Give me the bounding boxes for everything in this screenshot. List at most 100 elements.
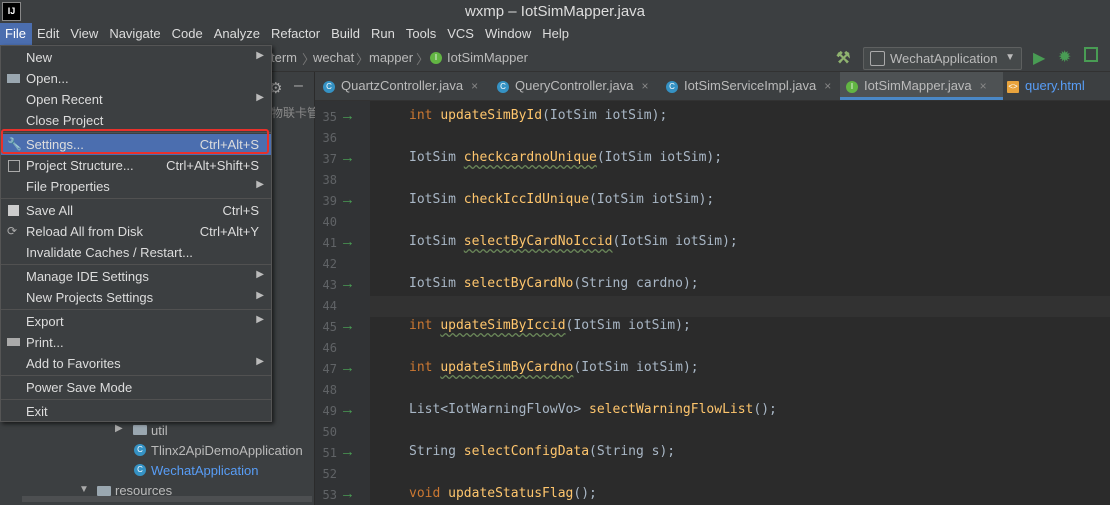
chevron-right-icon: ▶ xyxy=(256,269,264,280)
implementation-arrow-icon[interactable]: → xyxy=(340,149,355,166)
menu-item-power-save-mode[interactable]: Power Save Mode xyxy=(1,377,271,398)
menu-analyze[interactable]: Analyze xyxy=(209,23,266,45)
menu-edit[interactable]: Edit xyxy=(32,23,65,45)
menu-bar: File Edit View Navigate Code Analyze Ref… xyxy=(0,23,1110,45)
menu-item-close-project[interactable]: Close Project xyxy=(1,110,271,131)
line-number: 44 xyxy=(322,299,337,313)
menu-build[interactable]: Build xyxy=(326,23,366,45)
menu-item-new[interactable]: New ▶ xyxy=(1,47,271,68)
menu-item-add-to-favorites[interactable]: Add to Favorites ▶ xyxy=(1,353,271,374)
menu-item-save-all[interactable]: Save All Ctrl+S xyxy=(1,200,271,221)
tree-node-partial[interactable]: 物联卡管 xyxy=(271,104,319,121)
menu-navigate[interactable]: Navigate xyxy=(104,23,166,45)
build-hammer-icon[interactable]: ⚒ xyxy=(836,48,850,68)
tree-node-util[interactable]: util xyxy=(151,423,168,438)
line-number: 43 xyxy=(322,278,337,292)
line-number: 42 xyxy=(322,257,337,271)
menu-item-open-recent[interactable]: Open Recent ▶ xyxy=(1,89,271,110)
project-structure-icon xyxy=(8,160,20,172)
code-line[interactable]: int updateSimByCardno(IotSim iotSim); xyxy=(409,360,699,375)
line-number: 41 xyxy=(322,236,337,250)
line-number: 39 xyxy=(322,194,337,208)
file-menu-dropdown: New ▶ Open... Open Recent ▶ Close Project … xyxy=(0,45,272,422)
minimize-icon[interactable]: – xyxy=(294,77,303,95)
code-line[interactable]: int updateSimByIccid(IotSim iotSim); xyxy=(409,318,691,333)
breadcrumb-term[interactable]: term xyxy=(271,50,297,65)
menu-item-file-properties[interactable]: File Properties ▶ xyxy=(1,176,271,197)
menu-item-open[interactable]: Open... xyxy=(1,68,271,89)
tree-expand-icon[interactable]: ▶ xyxy=(115,423,123,434)
menu-item-manage-ide-settings[interactable]: Manage IDE Settings ▶ xyxy=(1,266,271,287)
tab-iotsimmapper[interactable]: I IotSimMapper.java × xyxy=(840,72,1003,100)
menu-item-invalidate-caches[interactable]: Invalidate Caches / Restart... xyxy=(1,242,271,263)
implementation-arrow-icon[interactable]: → xyxy=(340,233,355,250)
menu-view[interactable]: View xyxy=(65,23,104,45)
line-number: 35 xyxy=(322,110,337,124)
class-icon: C xyxy=(134,444,146,456)
code-line[interactable]: IotSim checkIccIdUnique(IotSim iotSim); xyxy=(409,192,714,207)
implementation-arrow-icon[interactable]: → xyxy=(340,443,355,460)
menu-item-print[interactable]: Print... xyxy=(1,332,271,353)
menu-help[interactable]: Help xyxy=(537,23,575,45)
printer-icon xyxy=(7,338,20,346)
class-icon: C xyxy=(134,464,146,476)
close-icon[interactable]: × xyxy=(471,79,478,93)
chevron-right-icon: 〉 xyxy=(416,52,430,67)
code-line[interactable]: List<IotWarningFlowVo> selectWarningFlow… xyxy=(409,402,777,417)
implementation-arrow-icon[interactable]: → xyxy=(340,317,355,334)
line-number: 45 xyxy=(322,320,337,334)
breadcrumb-iotsimmapper[interactable]: IotSimMapper xyxy=(447,50,528,65)
menu-separator xyxy=(1,375,271,376)
chevron-right-icon: ▶ xyxy=(256,50,264,61)
run-configuration-select[interactable]: WechatApplication ▼ xyxy=(863,47,1022,70)
implementation-arrow-icon[interactable]: → xyxy=(340,275,355,292)
implementation-arrow-icon[interactable]: → xyxy=(340,401,355,418)
code-line[interactable]: int updateSimById(IotSim iotSim); xyxy=(409,108,667,123)
debug-bug-icon[interactable]: ✹ xyxy=(1058,47,1071,67)
folder-open-icon xyxy=(7,74,20,83)
menu-vcs[interactable]: VCS xyxy=(442,23,480,45)
close-icon[interactable]: × xyxy=(980,79,987,93)
tree-collapse-icon[interactable]: ▼ xyxy=(79,484,89,495)
close-icon[interactable]: × xyxy=(642,79,649,93)
menu-refactor[interactable]: Refactor xyxy=(266,23,326,45)
code-line[interactable]: IotSim selectByCardNoIccid(IotSim iotSim… xyxy=(409,234,738,249)
menu-item-export[interactable]: Export ▶ xyxy=(1,311,271,332)
tab-quartzcontroller[interactable]: C QuartzController.java × xyxy=(323,72,493,100)
menu-file[interactable]: File xyxy=(0,23,32,45)
title-bar: IJ wxmp – IotSimMapper.java xyxy=(0,0,1110,23)
menu-item-exit[interactable]: Exit xyxy=(1,401,271,422)
menu-item-reload-all[interactable]: ⟳ Reload All from Disk Ctrl+Alt+Y xyxy=(1,221,271,242)
implementation-arrow-icon[interactable]: → xyxy=(340,485,355,502)
chevron-down-icon: ▼ xyxy=(1005,52,1015,63)
run-icon[interactable]: ▶ xyxy=(1033,48,1045,68)
chevron-right-icon: ▶ xyxy=(256,179,264,190)
app-config-icon xyxy=(870,51,885,66)
tab-iotsimserviceimpl[interactable]: C IotSimServiceImpl.java × xyxy=(666,72,836,100)
implementation-arrow-icon[interactable]: → xyxy=(340,359,355,376)
menu-item-project-structure[interactable]: Project Structure... Ctrl+Alt+Shift+S xyxy=(1,155,271,176)
code-line[interactable]: String selectConfigData(String s); xyxy=(409,444,675,459)
menu-tools[interactable]: Tools xyxy=(401,23,442,45)
chevron-right-icon: ▶ xyxy=(256,92,264,103)
breadcrumb-wechat[interactable]: wechat xyxy=(313,50,354,65)
tree-node-wechatapplication[interactable]: WechatApplication xyxy=(151,463,258,478)
coverage-icon[interactable] xyxy=(1084,47,1098,62)
horizontal-scrollbar[interactable] xyxy=(22,496,312,502)
close-icon[interactable]: × xyxy=(824,79,831,93)
chevron-right-icon: 〉 xyxy=(356,52,370,67)
code-line[interactable]: IotSim checkcardnoUnique(IotSim iotSim); xyxy=(409,150,722,165)
code-line[interactable]: IotSim selectByCardNo(String cardno); xyxy=(409,276,699,291)
implementation-arrow-icon[interactable]: → xyxy=(340,107,355,124)
folder-icon xyxy=(133,425,147,435)
tab-query-html[interactable]: <> query.html xyxy=(1007,72,1110,100)
breadcrumb-mapper[interactable]: mapper xyxy=(369,50,413,65)
menu-code[interactable]: Code xyxy=(167,23,209,45)
menu-window[interactable]: Window xyxy=(480,23,537,45)
implementation-arrow-icon[interactable]: → xyxy=(340,191,355,208)
menu-run[interactable]: Run xyxy=(366,23,401,45)
tree-node-tlinx2apidemoapplication[interactable]: Tlinx2ApiDemoApplication xyxy=(151,443,303,458)
menu-item-new-projects-settings[interactable]: New Projects Settings ▶ xyxy=(1,287,271,308)
tab-querycontroller[interactable]: C QueryController.java × xyxy=(497,72,660,100)
code-line[interactable]: void updateStatusFlag(); xyxy=(409,486,597,501)
